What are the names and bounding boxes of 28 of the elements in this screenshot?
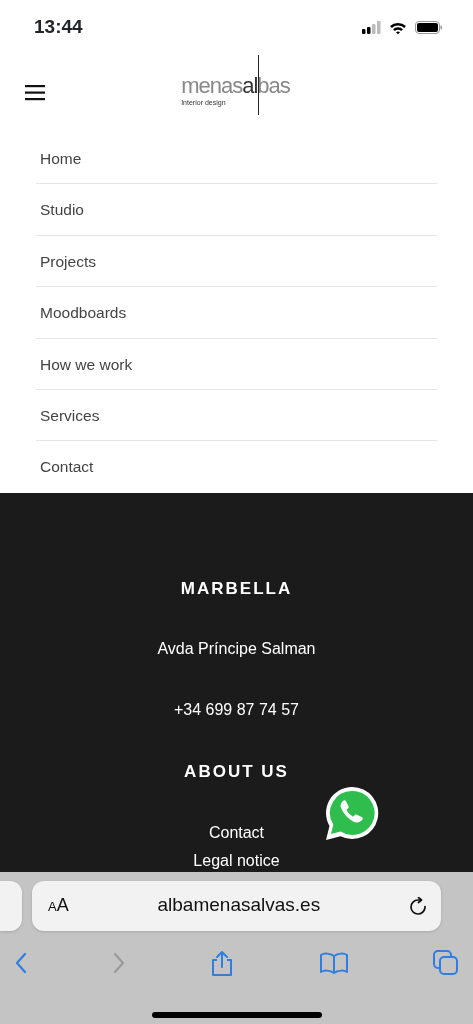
menu-link[interactable]: Contact [36, 441, 437, 493]
menu-link[interactable]: Services [36, 389, 437, 442]
book-icon[interactable] [318, 950, 349, 975]
tabs-icon[interactable] [432, 949, 459, 977]
chat-bubble-icon[interactable] [323, 784, 381, 843]
back-icon[interactable] [14, 951, 28, 974]
menu-link[interactable]: How we work [36, 338, 437, 390]
menu-link[interactable]: Home [36, 133, 437, 185]
reload-icon[interactable] [409, 896, 427, 915]
menu-link[interactable]: Moodboards [36, 287, 437, 339]
footer-text: Avda Príncipe Salman [157, 639, 316, 660]
menu-link[interactable]: Studio [36, 184, 437, 236]
status-time: 13:44 [34, 15, 83, 40]
footer-heading: ABOUT US [184, 761, 289, 784]
battery-icon [415, 21, 443, 34]
text-size-button[interactable]: AA [48, 892, 69, 920]
wifi-icon [389, 20, 407, 35]
footer-link[interactable]: Legal notice [193, 848, 280, 872]
menu-link[interactable]: Projects [36, 235, 437, 288]
menu-icon[interactable] [25, 85, 45, 101]
footer-link[interactable]: Contact [208, 820, 265, 845]
url-text: albamenasalvas.es [157, 893, 321, 918]
footer-text: +34 699 87 74 57 [174, 700, 299, 721]
address-bar[interactable]: AA albamenasalvas.es [32, 880, 441, 931]
signal-icon [362, 21, 381, 34]
share-icon[interactable] [209, 949, 235, 976]
tab-edge[interactable] [0, 880, 22, 931]
footer-heading: MARBELLA [180, 577, 293, 600]
